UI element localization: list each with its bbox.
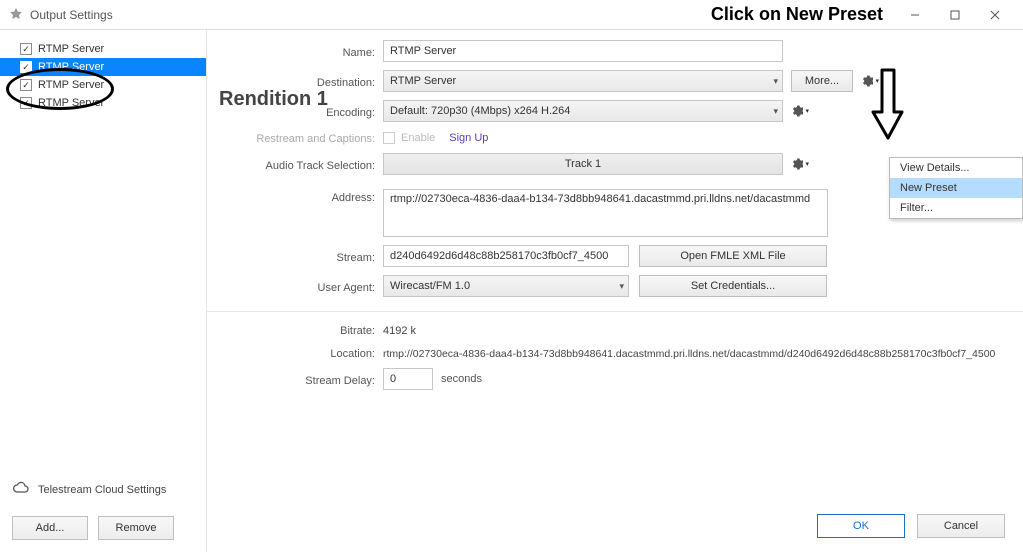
sidebar-item-label: RTMP Server [38, 97, 104, 109]
stream-input[interactable] [383, 245, 629, 267]
location-label: Location: [213, 345, 383, 360]
restream-label: Restream and Captions: [213, 130, 383, 145]
set-credentials-button[interactable]: Set Credentials... [639, 275, 827, 297]
name-input[interactable] [383, 40, 783, 62]
bitrate-label: Bitrate: [213, 322, 383, 337]
checkbox-icon[interactable]: ✓ [20, 97, 32, 109]
rendition-title: Rendition 1 [219, 88, 328, 111]
remove-button[interactable]: Remove [98, 516, 174, 540]
more-button[interactable]: More... [791, 70, 853, 92]
signup-link[interactable]: Sign Up [449, 132, 488, 144]
address-input[interactable]: rtmp://02730eca-4836-daa4-b134-73d8bb948… [383, 189, 828, 237]
menu-item-view-details[interactable]: View Details... [890, 158, 1022, 178]
destination-settings-gear[interactable]: ▾ [861, 72, 879, 90]
sidebar-item-rtmp[interactable]: ✓ RTMP Server [0, 94, 206, 112]
address-label: Address: [213, 189, 383, 204]
cancel-button[interactable]: Cancel [917, 514, 1005, 538]
close-button[interactable] [975, 1, 1015, 29]
main-panel: Rendition 1 Name: Destination: RTMP Serv… [207, 30, 1023, 552]
stream-delay-label: Stream Delay: [213, 372, 383, 387]
enable-checkbox[interactable] [383, 132, 395, 144]
caret-down-icon: ▾ [805, 107, 809, 115]
chevron-down-icon: ▾ [619, 281, 624, 292]
encoding-gear-menu: View Details... New Preset Filter... [889, 157, 1023, 219]
titlebar: Output Settings Click on New Preset [0, 0, 1023, 30]
destination-select[interactable]: RTMP Server ▾ [383, 70, 783, 92]
enable-label: Enable [401, 132, 435, 144]
minimize-button[interactable] [895, 1, 935, 29]
annotation-text: Click on New Preset [711, 4, 883, 25]
lower-area: Bitrate: 4192 k Location: rtmp://02730ec… [207, 312, 1023, 404]
checkbox-icon[interactable]: ✓ [20, 61, 32, 73]
audio-track-settings-gear[interactable]: ▾ [791, 155, 809, 173]
add-button[interactable]: Add... [12, 516, 88, 540]
maximize-button[interactable] [935, 1, 975, 29]
sidebar-item-rtmp[interactable]: ✓ RTMP Server [0, 58, 206, 76]
sidebar-item-label: RTMP Server [38, 61, 104, 73]
menu-item-new-preset[interactable]: New Preset [890, 178, 1022, 198]
audio-track-label: Audio Track Selection: [213, 157, 383, 172]
destination-label: Destination: [213, 74, 383, 89]
dialog-footer: OK Cancel [817, 514, 1005, 538]
sidebar-item-label: RTMP Server [38, 79, 104, 91]
open-fmle-button[interactable]: Open FMLE XML File [639, 245, 827, 267]
output-list: ✓ RTMP Server ✓ RTMP Server ✓ RTMP Serve… [0, 30, 206, 469]
window-title: Output Settings [30, 8, 113, 22]
encoding-value: Default: 720p30 (4Mbps) x264 H.264 [390, 105, 570, 117]
destination-value: RTMP Server [390, 75, 456, 87]
seconds-label: seconds [441, 373, 482, 385]
location-value: rtmp://02730eca-4836-daa4-b134-73d8bb948… [383, 345, 995, 360]
checkbox-icon[interactable]: ✓ [20, 79, 32, 91]
app-logo-icon [8, 7, 24, 23]
cloud-icon [12, 481, 30, 498]
checkbox-icon[interactable]: ✓ [20, 43, 32, 55]
ok-button[interactable]: OK [817, 514, 905, 538]
sidebar-bottom: Telestream Cloud Settings Add... Remove [0, 469, 206, 552]
caret-down-icon: ▾ [805, 160, 809, 168]
stream-label: Stream: [213, 249, 383, 264]
content: ✓ RTMP Server ✓ RTMP Server ✓ RTMP Serve… [0, 30, 1023, 552]
user-agent-value: Wirecast/FM 1.0 [390, 280, 470, 292]
name-label: Name: [213, 44, 383, 59]
menu-item-filter[interactable]: Filter... [890, 198, 1022, 218]
bitrate-value: 4192 k [383, 322, 416, 337]
encoding-select[interactable]: Default: 720p30 (4Mbps) x264 H.264 ▾ [383, 100, 783, 122]
caret-down-icon: ▾ [875, 77, 879, 85]
stream-delay-input[interactable] [383, 368, 433, 390]
audio-track-selector[interactable]: Track 1 [383, 153, 783, 175]
sidebar-item-rtmp[interactable]: ✓ RTMP Server [0, 40, 206, 58]
chevron-down-icon: ▾ [773, 76, 778, 87]
track-value: Track 1 [565, 158, 601, 170]
sidebar: ✓ RTMP Server ✓ RTMP Server ✓ RTMP Serve… [0, 30, 207, 552]
sidebar-item-rtmp[interactable]: ✓ RTMP Server [0, 76, 206, 94]
form-area: Rendition 1 Name: Destination: RTMP Serv… [207, 30, 1023, 312]
user-agent-label: User Agent: [213, 279, 383, 294]
telestream-cloud-settings[interactable]: Telestream Cloud Settings [12, 481, 194, 498]
sidebar-item-label: RTMP Server [38, 43, 104, 55]
chevron-down-icon: ▾ [773, 106, 778, 117]
user-agent-select[interactable]: Wirecast/FM 1.0 ▾ [383, 275, 629, 297]
cloud-settings-label: Telestream Cloud Settings [38, 484, 166, 496]
encoding-settings-gear[interactable]: ▾ [791, 102, 809, 120]
